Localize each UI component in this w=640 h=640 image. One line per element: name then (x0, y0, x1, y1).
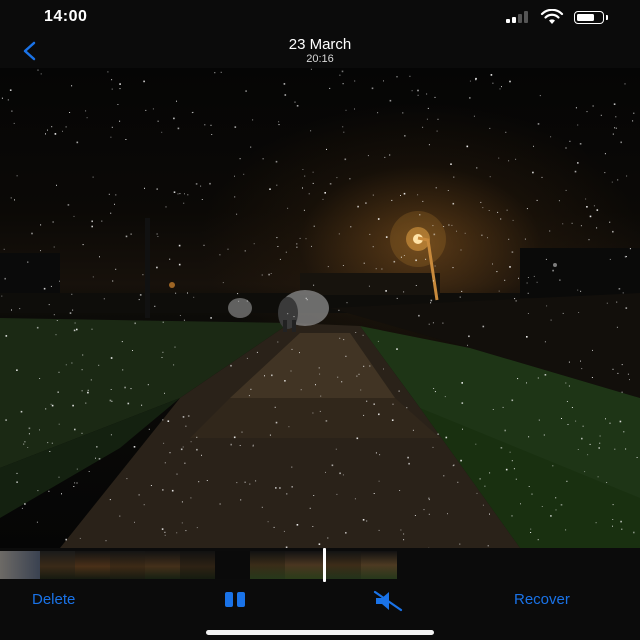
battery-icon (574, 11, 608, 24)
photo-viewer-screen: 14:00 23 March 20:16 Delete Recover (0, 0, 640, 640)
filmstrip-frame (285, 551, 323, 579)
recover-button[interactable]: Recover (514, 591, 570, 608)
cellular-signal-icon (506, 11, 532, 23)
filmstrip-frame (110, 551, 145, 579)
filmstrip-frame (326, 551, 361, 579)
pause-button[interactable] (224, 592, 248, 610)
status-bar: 14:00 (0, 0, 640, 34)
video-frame[interactable] (0, 68, 640, 548)
filmstrip-frame (215, 551, 250, 579)
night-street-scene (0, 68, 640, 548)
filmstrip-frame (145, 551, 180, 579)
video-scrubber[interactable] (0, 548, 640, 582)
filmstrip-frame (250, 551, 285, 579)
filmstrip-frame (0, 551, 40, 579)
nav-title-date: 23 March (288, 36, 352, 53)
scrubber-playhead[interactable] (323, 548, 326, 582)
delete-button[interactable]: Delete (32, 591, 75, 608)
speaker-muted-icon (373, 590, 403, 612)
filmstrip-frame (40, 551, 75, 579)
filmstrip-frame (361, 551, 397, 579)
home-indicator[interactable] (206, 630, 434, 635)
battery-level (577, 14, 594, 21)
filmstrip-frame (75, 551, 110, 579)
mute-button[interactable] (372, 589, 404, 613)
wifi-icon (540, 9, 564, 24)
filmstrip-frame (180, 551, 215, 579)
nav-subtitle-time: 20:16 (306, 53, 334, 65)
status-time: 14:00 (44, 8, 88, 25)
navigation-bar: 23 March 20:16 (0, 34, 640, 68)
bottom-toolbar: Delete Recover (0, 582, 640, 640)
